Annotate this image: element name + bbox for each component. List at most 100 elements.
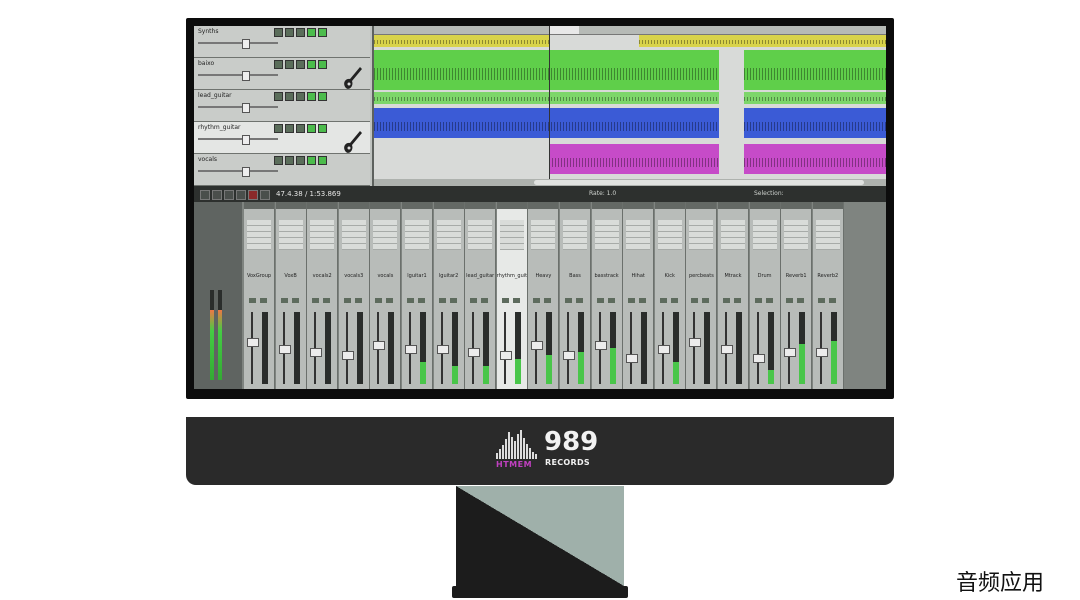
fx-slots[interactable] — [278, 220, 303, 250]
track-volume-slider[interactable] — [198, 74, 278, 76]
mute-button[interactable] — [691, 298, 699, 303]
track-toggle-button[interactable] — [296, 60, 305, 69]
mute-button[interactable] — [343, 298, 351, 303]
track-volume-slider[interactable] — [198, 42, 278, 44]
fx-slots[interactable] — [721, 220, 745, 250]
track-header[interactable]: vocals — [194, 154, 370, 186]
track-toggle-button[interactable] — [307, 92, 316, 101]
track-volume-knob[interactable] — [242, 103, 250, 113]
track-toggle-button[interactable] — [274, 92, 283, 101]
track-volume-slider[interactable] — [198, 170, 278, 172]
fader-track[interactable] — [567, 312, 569, 384]
channel-fader[interactable] — [468, 347, 481, 357]
fx-slots[interactable] — [594, 220, 619, 250]
track-toggle-button[interactable] — [318, 28, 327, 37]
solo-button[interactable] — [702, 298, 710, 303]
channel-fader[interactable] — [341, 351, 354, 360]
fx-slots[interactable] — [341, 220, 366, 250]
track-toggle-button[interactable] — [274, 60, 283, 69]
stop-button[interactable] — [212, 190, 222, 200]
scrollbar-thumb[interactable] — [534, 180, 864, 185]
fx-slots[interactable] — [752, 220, 777, 250]
solo-button[interactable] — [639, 298, 647, 303]
mute-button[interactable] — [628, 298, 636, 303]
solo-button[interactable] — [418, 298, 425, 303]
solo-button[interactable] — [670, 298, 678, 303]
fader-track[interactable] — [345, 312, 348, 384]
mute-button[interactable] — [280, 298, 288, 303]
fx-slots[interactable] — [499, 220, 524, 250]
fx-slots[interactable] — [310, 220, 335, 250]
fx-slots[interactable] — [657, 220, 682, 250]
playhead-cursor[interactable] — [549, 26, 550, 186]
track-volume-slider[interactable] — [198, 138, 278, 140]
mute-button[interactable] — [407, 298, 414, 303]
solo-button[interactable] — [544, 298, 552, 303]
channel-fader[interactable] — [278, 344, 291, 354]
track-header[interactable]: lead_guitar — [194, 90, 370, 122]
track-toggle-button[interactable] — [318, 60, 327, 69]
fx-slots[interactable] — [468, 220, 493, 250]
solo-button[interactable] — [481, 298, 489, 303]
channel-fader[interactable] — [436, 344, 449, 354]
audio-clip[interactable] — [374, 108, 719, 138]
channel-fader[interactable] — [247, 338, 259, 347]
mute-button[interactable] — [470, 298, 478, 303]
fader-track[interactable] — [693, 312, 696, 384]
track-toggle-button[interactable] — [318, 92, 327, 101]
channel-fader[interactable] — [531, 341, 544, 351]
channel-fader[interactable] — [752, 354, 765, 364]
mute-button[interactable] — [312, 298, 320, 303]
audio-clip[interactable] — [549, 144, 719, 174]
channel-fader[interactable] — [815, 347, 828, 357]
fader-track[interactable] — [756, 312, 759, 384]
audio-clip[interactable] — [639, 35, 886, 47]
solo-button[interactable] — [607, 298, 615, 303]
track-volume-knob[interactable] — [242, 39, 250, 49]
mute-button[interactable] — [375, 298, 383, 303]
track-header[interactable]: baixo — [194, 58, 370, 90]
mute-button[interactable] — [786, 298, 794, 303]
fx-slots[interactable] — [436, 220, 461, 250]
track-toggle-button[interactable] — [307, 124, 316, 133]
solo-button[interactable] — [260, 298, 267, 303]
mute-button[interactable] — [596, 298, 604, 303]
solo-button[interactable] — [734, 298, 741, 303]
solo-button[interactable] — [449, 298, 457, 303]
pause-button[interactable] — [236, 190, 246, 200]
solo-button[interactable] — [323, 298, 331, 303]
channel-fader[interactable] — [310, 347, 323, 357]
fx-slots[interactable] — [689, 220, 714, 250]
mute-button[interactable] — [565, 298, 572, 303]
fx-slots[interactable] — [373, 220, 398, 250]
loop-button[interactable] — [260, 190, 270, 200]
solo-button[interactable] — [576, 298, 583, 303]
rewind-button[interactable] — [200, 190, 210, 200]
channel-fader[interactable] — [721, 344, 733, 354]
mute-button[interactable] — [659, 298, 667, 303]
arrange-view[interactable] — [374, 26, 886, 186]
record-button[interactable] — [248, 190, 258, 200]
audio-clip[interactable] — [744, 108, 886, 138]
track-toggle-button[interactable] — [285, 92, 294, 101]
fader-track[interactable] — [630, 312, 633, 384]
track-toggle-button[interactable] — [307, 156, 316, 165]
track-toggle-button[interactable] — [285, 28, 294, 37]
solo-button[interactable] — [797, 298, 805, 303]
solo-button[interactable] — [291, 298, 299, 303]
solo-button[interactable] — [828, 298, 836, 303]
track-toggle-button[interactable] — [274, 124, 283, 133]
audio-clip[interactable] — [374, 92, 719, 104]
fx-slots[interactable] — [626, 220, 651, 250]
channel-fader[interactable] — [689, 338, 702, 347]
channel-fader[interactable] — [594, 341, 607, 351]
track-toggle-button[interactable] — [296, 124, 305, 133]
audio-clip[interactable] — [744, 50, 886, 90]
mute-button[interactable] — [533, 298, 541, 303]
channel-fader[interactable] — [499, 351, 512, 360]
track-volume-knob[interactable] — [242, 167, 250, 177]
mute-button[interactable] — [501, 298, 509, 303]
track-volume-knob[interactable] — [242, 135, 250, 145]
solo-button[interactable] — [512, 298, 520, 303]
track-toggle-button[interactable] — [274, 156, 283, 165]
